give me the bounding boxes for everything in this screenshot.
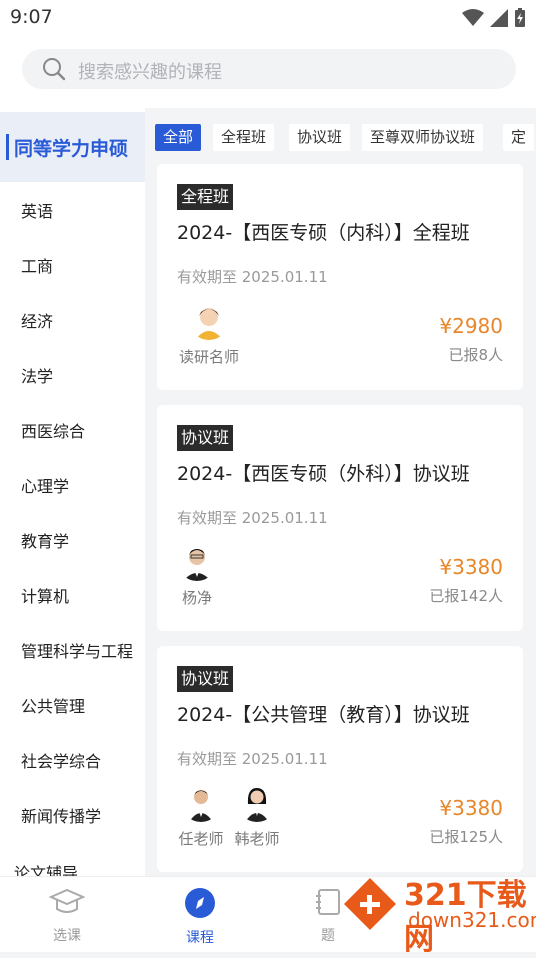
course-card[interactable]: 全程班 2024-【西医专硕（内科）】全程班 有效期至 2025.01.11 读… <box>157 164 523 390</box>
category-sidebar: 同等学力申硕 英语 工商 经济 法学 西医综合 心理学 教育学 计算机 管理科学… <box>0 108 145 876</box>
sidebar-item[interactable]: 法学 <box>21 363 53 387</box>
tab-premium-agreement[interactable]: 至尊双师协议班 <box>362 124 484 151</box>
watermark-icon <box>344 878 396 930</box>
sidebar-item[interactable]: 西医综合 <box>21 418 85 442</box>
bottom-tab-label: 选课 <box>53 928 81 944</box>
tab-agreement[interactable]: 协议班 <box>289 124 351 151</box>
teacher: 韩老师 <box>227 782 287 849</box>
status-time: 9:07 <box>10 6 53 28</box>
teacher-name: 韩老师 <box>234 830 280 848</box>
teacher-avatar <box>181 782 221 822</box>
sidebar-item[interactable]: 公共管理 <box>21 693 85 717</box>
teacher-name: 杨净 <box>181 589 212 607</box>
course-card[interactable]: 协议班 2024-【西医专硕（外科）】协议班 有效期至 2025.01.11 杨… <box>157 405 523 631</box>
sidebar-item[interactable]: 经济 <box>21 308 53 332</box>
filter-tabs: 全部 全程班 协议班 至尊双师协议班 定 <box>155 124 536 154</box>
teacher-name: 读研名师 <box>179 348 240 366</box>
watermark-domain: down321.com <box>408 908 536 932</box>
course-validity: 有效期至 2025.01.11 <box>177 750 328 768</box>
sidebar-item[interactable]: 英语 <box>21 198 53 222</box>
course-title: 2024-【公共管理（教育）】协议班 <box>177 704 470 726</box>
watermark-logo: 321下载网 down321.com <box>342 870 536 957</box>
course-price: ¥2980 <box>439 314 503 338</box>
active-indicator <box>6 134 9 160</box>
sidebar-item[interactable]: 计算机 <box>21 583 69 607</box>
notebook-icon <box>316 889 340 915</box>
wifi-icon <box>462 9 484 26</box>
course-title: 2024-【西医专硕（外科）】协议班 <box>177 463 470 485</box>
course-pane: 全部 全程班 协议班 至尊双师协议班 定 全程班 2024-【西医专硕（内科）】… <box>145 108 536 876</box>
tab-full-course[interactable]: 全程班 <box>213 124 275 151</box>
teacher-avatar <box>237 782 277 822</box>
search-input[interactable]: 搜索感兴趣的课程 <box>22 49 516 89</box>
course-type-badge: 协议班 <box>177 666 234 692</box>
enrolled-count: 已报8人 <box>448 346 503 364</box>
enrolled-count: 已报142人 <box>429 587 503 605</box>
compass-icon <box>185 888 215 918</box>
course-validity: 有效期至 2025.01.11 <box>177 268 328 286</box>
course-type-badge: 协议班 <box>177 425 234 451</box>
teacher: 任老师 <box>171 782 231 849</box>
bottom-tab-select-course[interactable]: 选课 <box>27 887 107 945</box>
course-card[interactable]: 协议班 2024-【公共管理（教育）】协议班 有效期至 2025.01.11 任… <box>157 646 523 872</box>
status-icons <box>462 8 526 28</box>
sidebar-item[interactable]: 教育学 <box>21 528 69 552</box>
course-price: ¥3380 <box>439 555 503 579</box>
sidebar-item-active[interactable]: 同等学力申硕 <box>0 112 145 182</box>
bottom-tab-courses[interactable]: 课程 <box>160 887 240 947</box>
search-placeholder: 搜索感兴趣的课程 <box>78 62 222 83</box>
status-bar: 9:07 <box>0 0 536 38</box>
sidebar-item[interactable]: 心理学 <box>21 473 69 497</box>
search-area: 搜索感兴趣的课程 <box>0 38 536 108</box>
sidebar-item[interactable]: 新闻传播学 <box>21 803 101 827</box>
sidebar-item[interactable]: 社会学综合 <box>21 748 101 772</box>
teacher-avatar <box>189 300 229 340</box>
teacher-avatar <box>177 541 217 581</box>
sidebar-item-label: 同等学力申硕 <box>14 138 129 160</box>
enrolled-count: 已报125人 <box>429 828 503 846</box>
teacher: 读研名师 <box>179 300 239 367</box>
course-price: ¥3380 <box>439 796 503 820</box>
sidebar-item[interactable]: 管理科学与工程 <box>21 638 133 662</box>
search-icon <box>43 58 66 81</box>
sidebar-item[interactable]: 工商 <box>21 253 53 277</box>
teacher: 杨净 <box>167 541 227 608</box>
teacher-name: 任老师 <box>178 830 224 848</box>
signal-icon <box>490 9 508 27</box>
graduation-cap-icon <box>48 888 86 913</box>
course-validity: 有效期至 2025.01.11 <box>177 509 328 527</box>
sidebar-item[interactable]: 论文辅导 <box>14 860 78 876</box>
course-type-badge: 全程班 <box>177 184 234 210</box>
tab-more[interactable]: 定 <box>503 124 535 151</box>
course-title: 2024-【西医专硕（内科）】全程班 <box>177 222 470 244</box>
battery-icon <box>515 8 525 27</box>
tab-all[interactable]: 全部 <box>155 124 202 151</box>
bottom-tab-label: 课程 <box>186 930 214 946</box>
